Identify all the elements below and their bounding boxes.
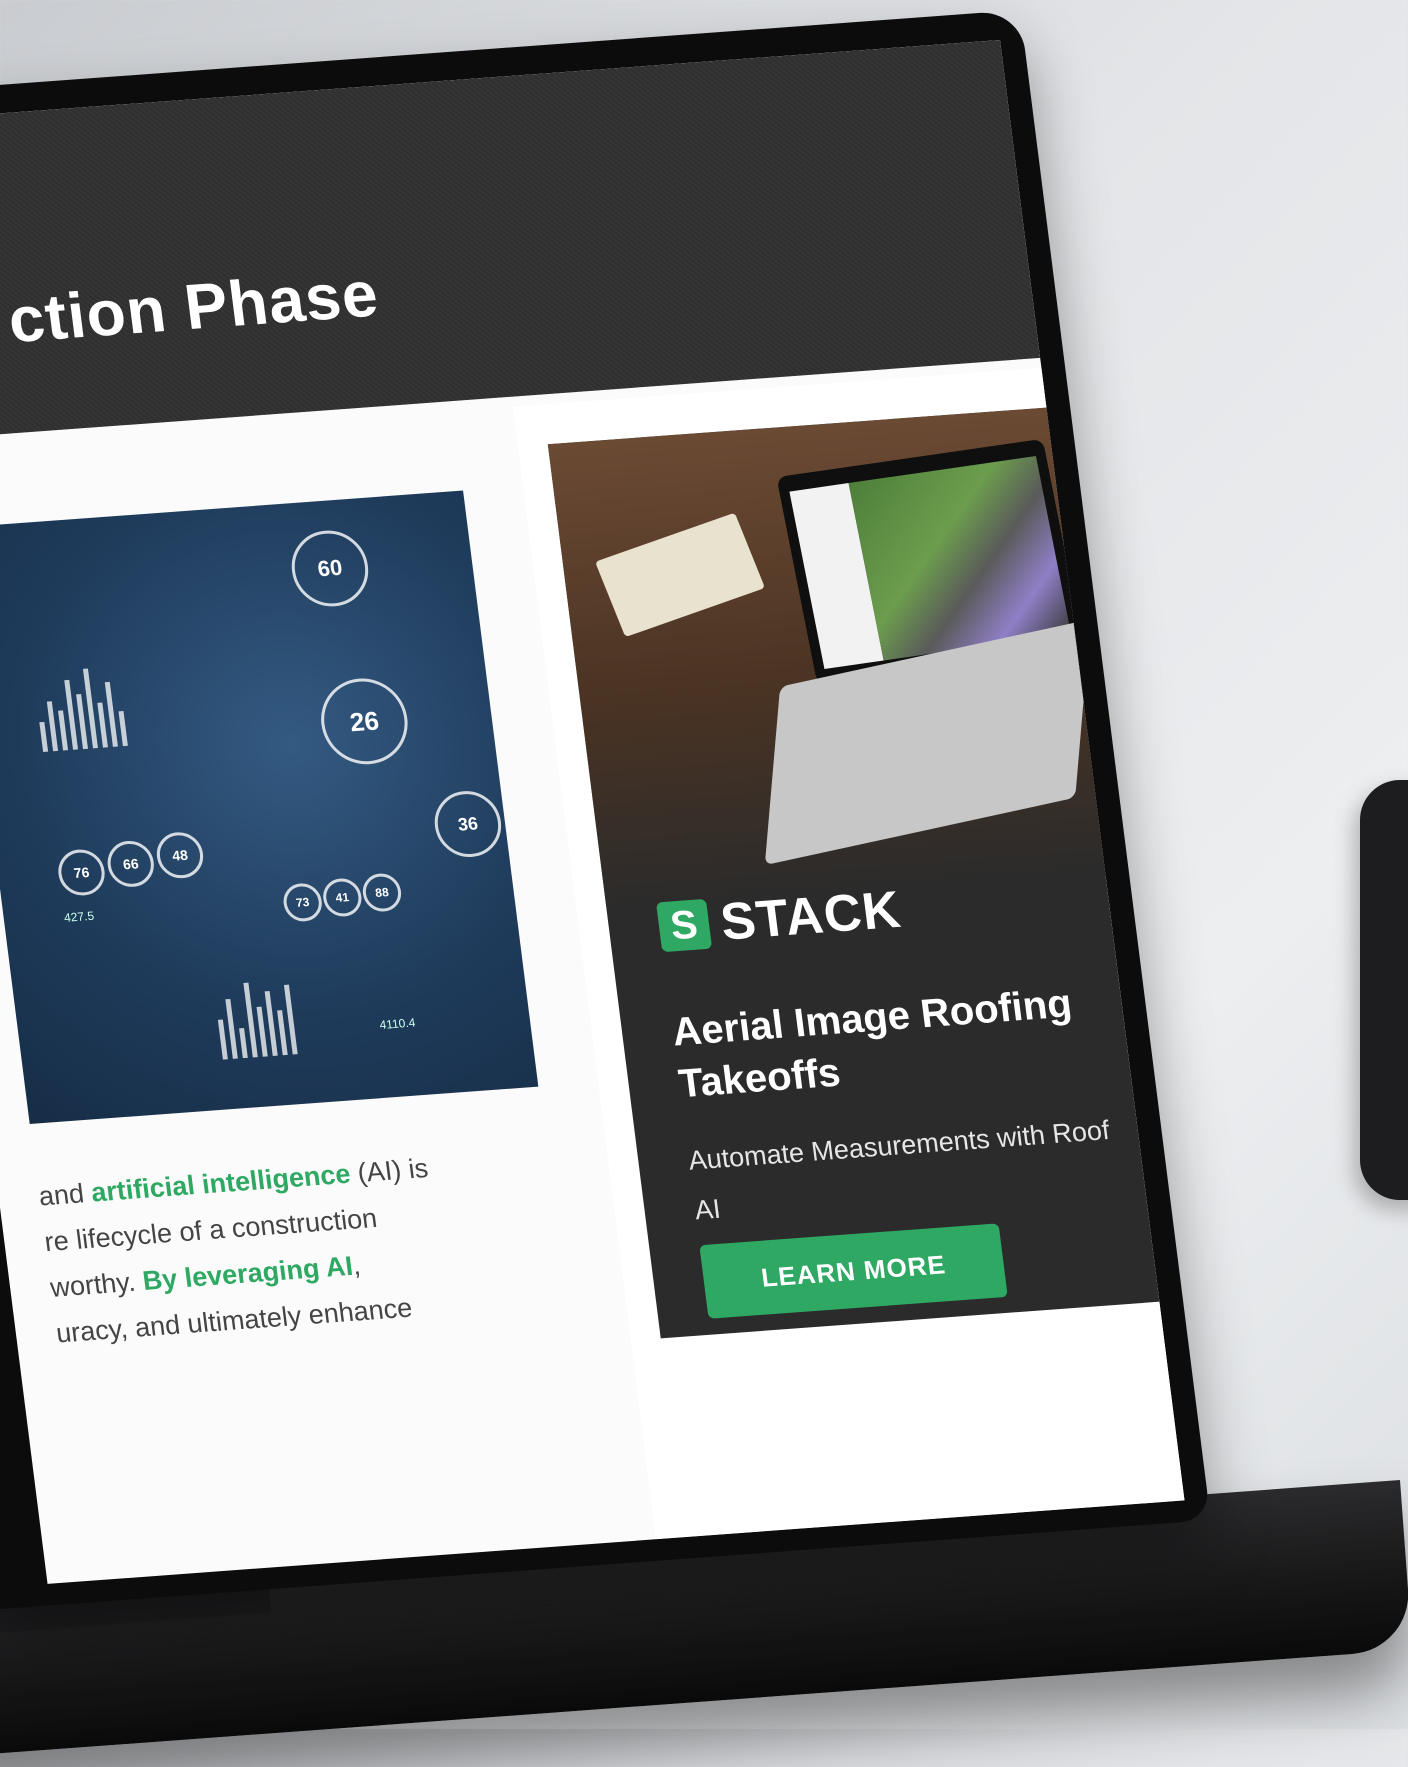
ad-subheading: Automate Measurements with Roof AI [686,1115,1112,1226]
gauge-88: 88 [360,872,404,913]
laptop-screen: ction Phase 60 26 76 66 48 73 41 88 36 4… [0,40,1185,1584]
gauge-60: 60 [287,527,373,610]
small-value: 4110.4 [378,1015,417,1033]
stack-wordmark: STACK [717,880,905,952]
gauge-26: 26 [316,675,413,768]
gauge-76: 76 [55,847,108,898]
gauge-73: 73 [281,882,325,923]
stack-logo-icon: S [656,898,713,953]
phone-edge [1360,780,1408,1200]
leveraging-ai-link[interactable]: By leveraging AI [141,1251,355,1296]
gauge-48: 48 [154,830,206,880]
notebook-graphic [595,512,766,638]
learn-more-button[interactable]: LEARN MORE [699,1223,1008,1319]
gauge-41: 41 [320,877,364,918]
bar-graphic [213,975,298,1060]
bar-graphic [33,666,128,752]
page-title: ction Phase [4,257,383,357]
article-text: and [36,1177,94,1212]
article-body: and artificial intelligence (AI) is re l… [36,1133,618,1357]
article-text: worthy. [48,1266,145,1303]
ad-photo [547,406,1126,912]
article-image: 60 26 76 66 48 73 41 88 36 427.5 4110.4 [0,490,539,1124]
ad-headline: Aerial Image Roofing Takeoffs [669,981,1075,1107]
gauge-66: 66 [104,839,157,889]
small-value: 427.5 [63,908,95,925]
gauge-36: 36 [430,788,505,860]
article-text: (AI) is [348,1153,430,1189]
